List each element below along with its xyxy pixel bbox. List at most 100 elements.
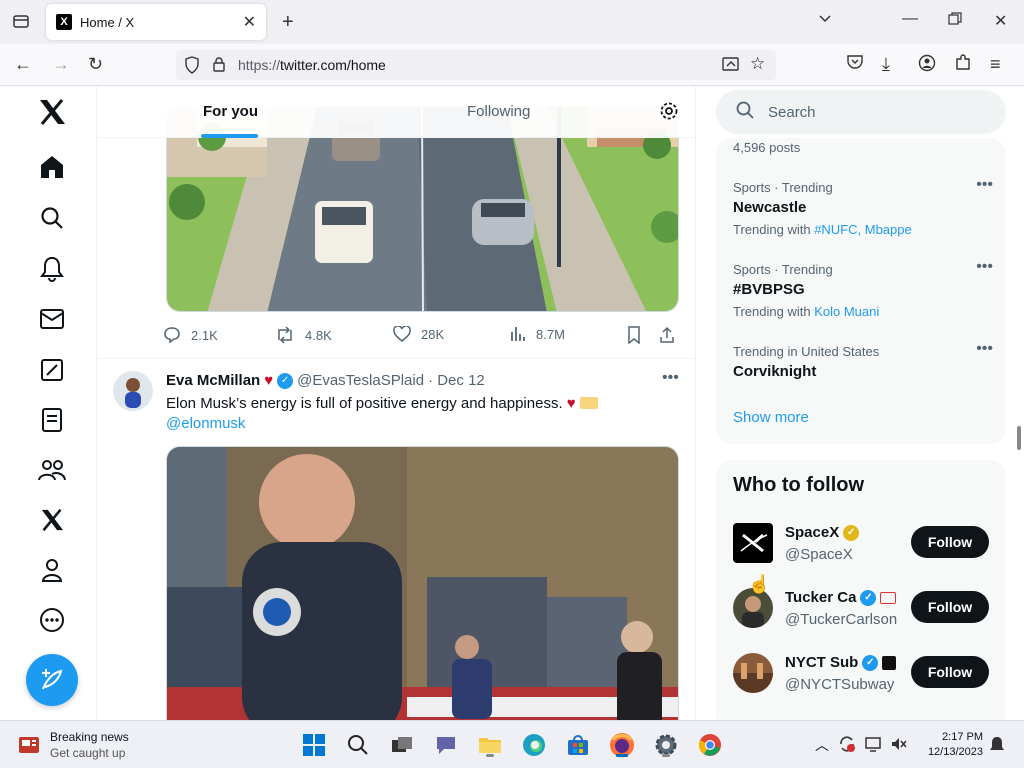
news-icon: [19, 737, 39, 753]
right-sidebar: Search 4,596 posts Sports · Trending New…: [696, 86, 1024, 720]
show-more-link[interactable]: Show more: [733, 409, 809, 426]
url-bar[interactable]: https://twitter.com/home ☆: [176, 50, 776, 80]
follow-button[interactable]: Follow: [911, 656, 989, 688]
settings-button[interactable]: [652, 731, 680, 759]
tab-following[interactable]: Following: [467, 103, 530, 120]
follow-suggestion[interactable]: NYCT Sub ✓ @NYCTSubway Follow: [733, 653, 993, 697]
show-hidden-icons-chevron-icon[interactable]: ︿: [815, 735, 829, 755]
profile-icon[interactable]: [36, 554, 68, 586]
avatar[interactable]: [733, 653, 773, 693]
trend-related-links[interactable]: #NUFC, Mbappe: [814, 222, 912, 237]
communities-icon[interactable]: [36, 454, 68, 486]
new-tab-icon[interactable]: +: [282, 11, 294, 34]
teams-chat-button[interactable]: [432, 731, 460, 759]
explore-search-icon[interactable]: [36, 202, 68, 234]
firefox-button[interactable]: [608, 731, 636, 759]
news-widget[interactable]: Breaking news Get caught up: [18, 729, 129, 761]
avatar[interactable]: [733, 523, 773, 563]
extensions-icon[interactable]: [954, 54, 972, 77]
retweet-button[interactable]: 4.8K: [275, 326, 332, 344]
tweet-author-name[interactable]: Eva McMillan: [166, 372, 260, 389]
follow-button[interactable]: Follow: [911, 526, 989, 558]
minimize-icon[interactable]: —: [902, 10, 918, 28]
list-tabs-chevron-icon[interactable]: [818, 12, 832, 31]
premium-x-icon[interactable]: [36, 504, 68, 536]
follow-suggestion[interactable]: SpaceX ✓ @SpaceX Follow: [733, 523, 993, 567]
share-button[interactable]: [659, 326, 675, 344]
tab-overview-icon[interactable]: [12, 12, 30, 35]
page-scrollbar-thumb[interactable]: [1017, 426, 1021, 450]
reply-button[interactable]: 2.1K: [163, 326, 218, 344]
reader-view-icon[interactable]: [722, 56, 740, 77]
follow-suggestion[interactable]: Tucker Ca ✓ @TuckerCarlson Follow: [733, 588, 993, 632]
trend-more-options-icon[interactable]: •••: [976, 176, 993, 194]
tweet-text: Elon Musk’s energy is full of positive e…: [166, 394, 666, 434]
tweet[interactable]: Eva McMillan ♥ ✓ @EvasTeslaSPlaid · Dec …: [97, 358, 695, 720]
volume-muted-icon[interactable]: [890, 735, 908, 758]
tweet-author-handle[interactable]: @EvasTeslaSPlaid: [297, 372, 424, 389]
system-clock[interactable]: 2:17 PM 12/13/2023: [915, 730, 983, 760]
bookmark-button[interactable]: [627, 326, 641, 344]
active-tab-indicator: [201, 134, 258, 138]
downloads-icon[interactable]: ⤓: [882, 54, 890, 75]
start-button[interactable]: [300, 731, 328, 759]
like-button[interactable]: 28K: [393, 326, 444, 342]
edge-button[interactable]: [520, 731, 548, 759]
forward-icon[interactable]: →: [52, 54, 70, 75]
pocket-icon[interactable]: [846, 54, 864, 75]
store-bag-icon: [568, 735, 588, 755]
shield-icon[interactable]: [184, 56, 200, 79]
trend-item[interactable]: Trending in United States Corviknight ••…: [733, 340, 993, 380]
window-close-icon[interactable]: ✕: [994, 11, 1007, 31]
share-icon: [660, 326, 674, 343]
trend-item[interactable]: Sports · Trending #BVBPSG Trending with …: [733, 258, 993, 319]
feed-settings-gear-icon[interactable]: [659, 101, 679, 126]
back-icon[interactable]: ←: [14, 54, 32, 75]
tweet-more-options-icon[interactable]: •••: [662, 369, 679, 387]
avatar-image: [733, 653, 773, 693]
heart-icon: [393, 326, 411, 342]
lists-icon[interactable]: [36, 404, 68, 436]
avatar[interactable]: [113, 371, 153, 411]
verified-badge-icon: ✓: [277, 372, 294, 389]
trend-related-links[interactable]: Kolo Muani: [814, 304, 879, 319]
search-placeholder: Search: [768, 103, 816, 121]
notifications-bell-icon[interactable]: [36, 253, 68, 285]
maximize-icon[interactable]: [948, 12, 962, 31]
account-icon[interactable]: [918, 54, 936, 77]
network-display-icon[interactable]: [864, 735, 882, 758]
chrome-button[interactable]: [696, 731, 724, 759]
close-tab-icon[interactable]: ✕: [243, 12, 256, 32]
grok-icon[interactable]: [36, 354, 68, 386]
compose-post-button[interactable]: [26, 654, 78, 706]
tweet-body-text: Elon Musk’s energy is full of positive e…: [166, 395, 563, 412]
bookmark-star-icon[interactable]: ☆: [750, 54, 765, 74]
tab-for-you[interactable]: For you: [203, 103, 258, 120]
follow-button[interactable]: Follow: [911, 591, 989, 623]
trend-more-options-icon[interactable]: •••: [976, 340, 993, 358]
tweet-mention-link[interactable]: @elonmusk: [166, 415, 245, 432]
gold-verified-badge-icon: ✓: [843, 524, 860, 541]
sync-alert-icon[interactable]: [838, 735, 856, 758]
red-heart-emoji-icon: ♥: [566, 395, 576, 412]
windows-logo-icon: [303, 734, 325, 756]
menu-icon[interactable]: ≡: [990, 54, 1001, 75]
lock-icon[interactable]: [212, 56, 226, 77]
reload-icon[interactable]: ↻: [88, 54, 103, 75]
trend-more-options-icon[interactable]: •••: [976, 258, 993, 276]
tweet-video-thumbnail[interactable]: [166, 446, 679, 720]
browser-tab-home[interactable]: X Home / X ✕: [46, 4, 266, 40]
messages-envelope-icon[interactable]: [36, 303, 68, 335]
home-icon[interactable]: [36, 151, 68, 183]
x-logo-icon[interactable]: [36, 96, 68, 128]
search-input[interactable]: Search: [716, 90, 1006, 134]
task-view-button[interactable]: [388, 731, 416, 759]
file-explorer-button[interactable]: [476, 731, 504, 759]
store-button[interactable]: [564, 731, 592, 759]
more-circle-icon[interactable]: [36, 604, 68, 636]
trend-item[interactable]: Sports · Trending Newcastle Trending wit…: [733, 176, 993, 237]
notifications-icon[interactable]: [988, 735, 1006, 758]
taskbar-search-button[interactable]: [344, 731, 372, 759]
views-button[interactable]: 8.7M: [510, 326, 565, 342]
tweet-date[interactable]: · Dec 12: [428, 372, 485, 389]
